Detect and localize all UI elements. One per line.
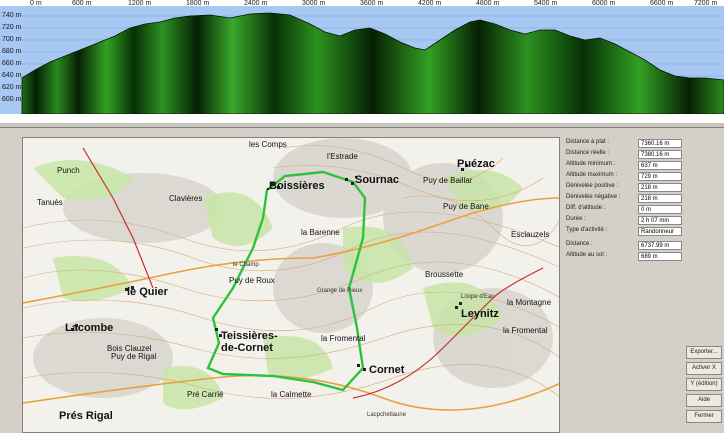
stat-label: Distance à plat : xyxy=(566,139,610,145)
x-axis-label: 3000 m xyxy=(302,0,326,7)
stat-label: Distance réelle : xyxy=(566,150,610,156)
place-label: le Quier xyxy=(127,286,168,298)
place-label: Prés Rigal xyxy=(59,410,113,422)
stat-label: Diff. d'altitude : xyxy=(566,205,606,211)
stat-label: Distance : xyxy=(566,241,593,247)
activate-x-button[interactable]: Activer X xyxy=(686,362,722,375)
x-axis-label: 5400 m xyxy=(534,0,558,7)
help-button[interactable]: Aide xyxy=(686,394,722,407)
x-axis-label: 600 m xyxy=(72,0,92,7)
x-axis-label: 4200 m xyxy=(418,0,442,7)
stat-value: 729 m xyxy=(638,172,682,181)
export-button[interactable]: Exporter... xyxy=(686,346,722,359)
y-axis-label: 660 m xyxy=(2,60,22,67)
place-label: Pré Carrié xyxy=(187,390,224,399)
place-label: Puy de Roux xyxy=(229,276,275,285)
place-label: Puézac xyxy=(457,158,495,170)
x-axis-label: 4800 m xyxy=(476,0,500,7)
stat-row: Distance réelle : 7380.16 m xyxy=(562,150,722,160)
y-edit-button[interactable]: Y (édition) xyxy=(686,378,722,391)
place-label: le Champ xyxy=(233,262,259,268)
stat-label: Durée : xyxy=(566,216,586,222)
place-label: Puy de Baillar xyxy=(423,176,473,185)
stat-label: Type d'activité : xyxy=(566,227,608,233)
stat-row: Altitude au sol : 689 m xyxy=(562,252,722,262)
place-label: Clavières xyxy=(169,194,203,203)
place-label: Loupe d'Eau xyxy=(461,294,495,300)
place-label: la Fromental xyxy=(321,334,366,343)
place-label: Lacombe xyxy=(65,322,114,334)
x-axis-label: 3600 m xyxy=(360,0,384,7)
place-label: de-Cornet xyxy=(221,342,273,354)
place-label: Broussette xyxy=(425,270,464,279)
x-axis-label: 1800 m xyxy=(186,0,210,7)
stat-label: Altitude au sol : xyxy=(566,252,608,258)
stat-row: Distance : 6737.99 m xyxy=(562,241,722,251)
stat-value: 2 h 07 min xyxy=(638,216,682,225)
stat-row: Dénivelée positive : 218 m xyxy=(562,183,722,193)
x-axis-label: 6600 m xyxy=(650,0,674,7)
track-stats-panel: Distance à plat : 7360.16 m Distance réel… xyxy=(562,137,722,267)
place-label: Punch xyxy=(57,166,80,175)
topo-map[interactable]: Boissières Sournac Puézac Clavières le Q… xyxy=(22,137,560,433)
place-label: Boissières xyxy=(269,180,325,192)
place-label: Bois Clauzel xyxy=(107,344,152,353)
place-label: Grange de Rieux xyxy=(317,288,363,294)
place-label: Lacpchetlaune xyxy=(367,412,407,418)
stat-value: Randonneur xyxy=(638,227,682,236)
place-label: les Comps xyxy=(249,140,287,149)
place-label: Puy de Rigal xyxy=(111,352,157,361)
stat-row: Type d'activité : Randonneur xyxy=(562,227,722,237)
x-axis-label: 7200 m xyxy=(694,0,718,7)
stat-label: Altitude minimum : xyxy=(566,161,616,167)
stat-value: 6737.99 m xyxy=(638,241,682,250)
x-axis-label: 2400 m xyxy=(244,0,268,7)
place-label: Puy de Bane xyxy=(443,202,489,211)
y-axis-label: 640 m xyxy=(2,72,22,79)
stat-value: 7380.16 m xyxy=(638,150,682,159)
place-label: Esclauzels xyxy=(511,230,550,239)
x-axis-label: 1200 m xyxy=(128,0,152,7)
place-label: l'Estrade xyxy=(327,152,358,161)
elevation-profile[interactable]: 0 m 600 m 1200 m 1800 m 2400 m 3000 m 36… xyxy=(0,0,724,122)
y-axis-label: 700 m xyxy=(2,36,22,43)
place-label: la Barenne xyxy=(301,228,340,237)
place-label: la Fromental xyxy=(503,326,548,335)
stat-row: Altitude minimum : 637 m xyxy=(562,161,722,171)
close-button[interactable]: Fermer xyxy=(686,410,722,423)
stat-row: Dénivelée négative : 218 m xyxy=(562,194,722,204)
stat-value: 7360.16 m xyxy=(638,139,682,148)
stat-label: Altitude maximum : xyxy=(566,172,618,178)
stat-row: Durée : 2 h 07 min xyxy=(562,216,722,226)
splitter[interactable] xyxy=(0,122,724,128)
stat-value: 218 m xyxy=(638,183,682,192)
place-label: la Montagne xyxy=(507,298,552,307)
stat-label: Dénivelée positive : xyxy=(566,183,619,189)
y-axis-label: 600 m xyxy=(2,96,22,103)
place-label: la Calmette xyxy=(271,390,312,399)
stat-row: Distance à plat : 7360.16 m xyxy=(562,139,722,149)
y-axis-label: 740 m xyxy=(2,12,22,19)
stat-value: 689 m xyxy=(638,252,682,261)
stat-row: Altitude maximum : 729 m xyxy=(562,172,722,182)
place-label: Cornet xyxy=(369,364,405,376)
x-axis-label: 6000 m xyxy=(592,0,616,7)
x-axis-label: 0 m xyxy=(30,0,42,7)
place-label: Sournac xyxy=(355,174,400,186)
y-axis-label: 680 m xyxy=(2,48,22,55)
y-axis-label: 620 m xyxy=(2,84,22,91)
stat-value: 218 m xyxy=(638,194,682,203)
y-axis-label: 720 m xyxy=(2,24,22,31)
stat-row: Diff. d'altitude : 0 m xyxy=(562,205,722,215)
stat-label: Dénivelée négative : xyxy=(566,194,621,200)
stat-value: 637 m xyxy=(638,161,682,170)
place-label: Teissières- xyxy=(221,330,278,342)
stat-value: 0 m xyxy=(638,205,682,214)
elevation-profile-svg xyxy=(0,6,724,122)
place-label: Leynitz xyxy=(461,308,499,320)
place-label: Tanuès xyxy=(37,198,63,207)
